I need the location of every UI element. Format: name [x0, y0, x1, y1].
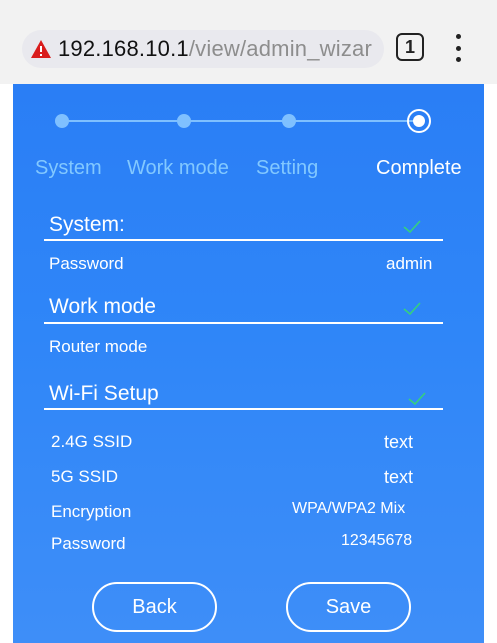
- work-mode-value: Router mode: [49, 337, 148, 356]
- section-title-wifi: Wi-Fi Setup: [49, 382, 159, 405]
- url-host: 192.168.10.1: [58, 36, 189, 61]
- url-path: /view/admin_wizar: [188, 36, 372, 61]
- wifi-5g-ssid-value: text: [384, 467, 414, 487]
- step-progress-line: [62, 120, 420, 122]
- wifi-password-value: 12345678: [341, 532, 413, 549]
- step-label-system: System: [35, 157, 102, 179]
- wifi-5g-ssid-label: 5G SSID: [51, 467, 119, 486]
- step-dot-work-mode: [177, 114, 191, 128]
- step-dot-complete: [407, 109, 431, 133]
- address-bar[interactable]: 192.168.10.1/view/admin_wizar: [22, 30, 384, 68]
- warning-icon: [31, 40, 51, 58]
- url-text: 192.168.10.1/view/admin_wizar: [58, 36, 372, 62]
- wifi-password-label: Password: [51, 534, 126, 553]
- section-divider: [44, 239, 443, 241]
- check-icon: [403, 302, 421, 316]
- menu-kebab-icon[interactable]: [452, 34, 464, 62]
- check-icon: [403, 220, 421, 234]
- save-button[interactable]: Save: [286, 582, 411, 632]
- step-label-complete: Complete: [376, 157, 462, 179]
- section-title-work-mode: Work mode: [49, 295, 156, 318]
- section-divider: [44, 322, 443, 324]
- browser-toolbar: 192.168.10.1/view/admin_wizar 1: [0, 0, 497, 84]
- section-title-system: System:: [49, 213, 125, 236]
- wifi-encryption-value: WPA/WPA2 Mix: [292, 500, 406, 517]
- tab-switcher-button[interactable]: 1: [396, 33, 424, 61]
- step-label-setting: Setting: [256, 157, 319, 179]
- system-password-label: Password: [49, 254, 124, 273]
- step-dot-setting: [282, 114, 296, 128]
- wifi-encryption-label: Encryption: [51, 502, 132, 521]
- wifi-24g-ssid-value: text: [384, 432, 414, 452]
- step-dot-system: [55, 114, 69, 128]
- step-label-work-mode: Work mode: [127, 157, 229, 179]
- back-button[interactable]: Back: [92, 582, 217, 632]
- check-icon: [408, 392, 426, 406]
- wifi-24g-ssid-label: 2.4G SSID: [51, 432, 133, 451]
- section-divider: [44, 408, 443, 410]
- system-password-value: admin: [386, 254, 433, 273]
